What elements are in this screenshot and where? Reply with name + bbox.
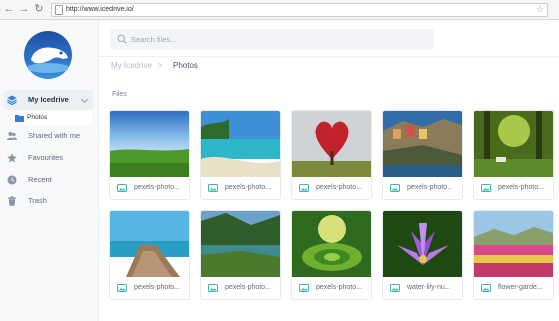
icedrive-logo	[24, 31, 72, 79]
stack-icon	[7, 95, 17, 105]
sidebar-item-label: Favourites	[28, 153, 64, 162]
file-thumbnail	[201, 111, 280, 177]
image-file-icon	[117, 184, 127, 192]
section-title: Files	[112, 91, 127, 98]
file-card[interactable]: pexels-photo...	[200, 210, 281, 300]
page-icon	[55, 5, 63, 15]
image-file-icon	[208, 284, 218, 292]
file-name: pexels-photo...	[134, 184, 180, 191]
sidebar-item-trash[interactable]: Trash	[0, 191, 98, 211]
file-thumbnail	[383, 111, 462, 177]
folder-icon	[15, 115, 24, 122]
file-card[interactable]: pexels-photo...	[291, 110, 372, 200]
image-file-icon	[208, 184, 218, 192]
sidebar-item-label: Recent	[28, 175, 52, 184]
file-card[interactable]: pexels-photo...	[109, 110, 190, 200]
file-card[interactable]: pexels-photo...	[200, 110, 281, 200]
breadcrumb-separator: >	[158, 61, 163, 70]
file-card[interactable]: flower-garde...	[473, 210, 554, 300]
file-name: water-lily-nu...	[407, 284, 451, 291]
file-thumbnail	[383, 211, 462, 277]
image-file-icon	[481, 284, 491, 292]
browser-toolbar: ← → ↻ http://www.icedrive.io/ ☆	[0, 0, 559, 20]
file-thumbnail	[474, 111, 553, 177]
reload-icon[interactable]: ↻	[33, 3, 45, 15]
sidebar-item-recent[interactable]: Recent	[0, 170, 98, 190]
back-icon[interactable]: ←	[3, 3, 15, 15]
file-card[interactable]: pexels-photo...	[109, 210, 190, 300]
clock-icon	[7, 175, 17, 185]
file-name: pexels-photo...	[225, 184, 271, 191]
trash-icon	[8, 196, 16, 206]
file-thumbnail	[292, 211, 371, 277]
people-icon	[7, 132, 17, 140]
file-card[interactable]: water-lily-nu...	[382, 210, 463, 300]
image-file-icon	[299, 184, 309, 192]
header-divider	[99, 56, 559, 57]
sidebar-subitem-photos[interactable]: Photos	[12, 111, 92, 125]
file-thumbnail	[110, 111, 189, 177]
file-card[interactable]: pexels-photo...	[291, 210, 372, 300]
search-icon	[117, 34, 127, 44]
breadcrumb-root[interactable]: My Icedrive	[111, 60, 152, 72]
file-card[interactable]: pexels-photo...	[473, 110, 554, 200]
image-file-icon	[390, 284, 400, 292]
sidebar-item-my-icedrive[interactable]: My Icedrive	[4, 90, 93, 110]
file-card[interactable]: pexels-photo...	[382, 110, 463, 200]
search-placeholder: Search files...	[131, 35, 177, 44]
sidebar-item-label: Shared with me	[28, 131, 81, 140]
search-input[interactable]: Search files...	[110, 29, 434, 50]
sidebar-item-shared[interactable]: Shared with me	[0, 126, 98, 146]
file-name: pexels-photo...	[316, 184, 362, 191]
address-text: http://www.icedrive.io/	[66, 6, 134, 13]
breadcrumb-current: Photos	[173, 61, 198, 70]
file-name: pexels-photo...	[134, 284, 180, 291]
image-file-icon	[481, 184, 491, 192]
file-thumbnail	[110, 211, 189, 277]
bookmark-star-icon[interactable]: ☆	[536, 4, 544, 15]
address-bar[interactable]: http://www.icedrive.io/ ☆	[51, 3, 548, 17]
file-thumbnail	[474, 211, 553, 277]
image-file-icon	[299, 284, 309, 292]
file-thumbnail	[201, 211, 280, 277]
star-icon	[7, 153, 17, 163]
sidebar-item-favourites[interactable]: Favourites	[0, 148, 98, 168]
chevron-down-icon[interactable]	[80, 95, 89, 104]
file-name: pexels-photo...	[407, 184, 453, 191]
sidebar: My Icedrive Photos Shared with me Favour…	[0, 20, 99, 321]
sidebar-item-label: Trash	[28, 196, 47, 205]
file-thumbnail	[292, 111, 371, 177]
file-name: pexels-photo...	[498, 184, 544, 191]
image-file-icon	[390, 184, 400, 192]
image-file-icon	[117, 284, 127, 292]
file-name: pexels-photo...	[225, 284, 271, 291]
file-name: pexels-photo...	[316, 284, 362, 291]
file-name: flower-garde...	[498, 284, 543, 291]
forward-icon[interactable]: →	[18, 3, 30, 15]
sidebar-item-label: My Icedrive	[28, 95, 69, 104]
sidebar-subitem-label: Photos	[27, 114, 48, 121]
